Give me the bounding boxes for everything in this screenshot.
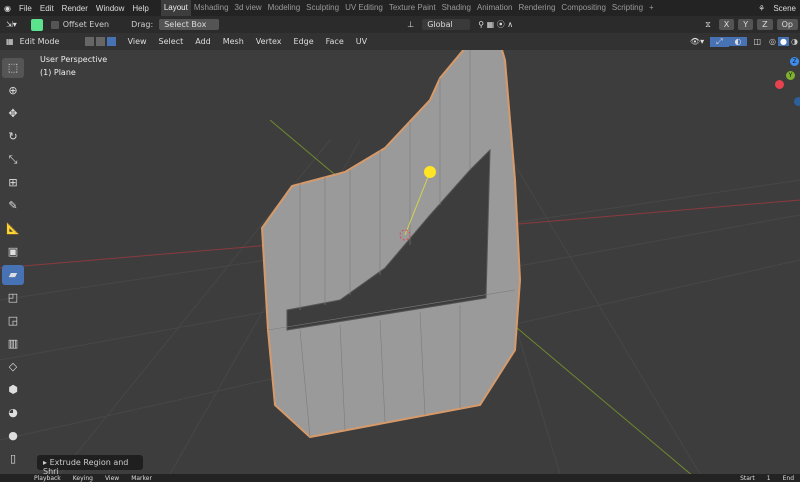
menu-add[interactable]: Add bbox=[189, 37, 217, 46]
tab-sculpting[interactable]: Sculpting bbox=[303, 0, 342, 16]
vertex-select-mode[interactable] bbox=[84, 37, 94, 46]
menu-edge[interactable]: Edge bbox=[288, 37, 320, 46]
timeline-menu-view[interactable]: View bbox=[99, 475, 125, 482]
menu-window[interactable]: Window bbox=[92, 4, 128, 13]
menu-view[interactable]: View bbox=[122, 37, 153, 46]
orientation-dropdown[interactable]: Global bbox=[422, 19, 471, 30]
gizmo-y-axis[interactable]: Y bbox=[786, 71, 795, 80]
view-perspective-label: User Perspective bbox=[40, 55, 108, 64]
tab-texture-paint[interactable]: Texture Paint bbox=[386, 0, 439, 16]
rotate-icon[interactable]: ↻ bbox=[2, 127, 24, 147]
tab-layout[interactable]: Layout bbox=[160, 0, 191, 16]
shading-material-icon[interactable]: ◑ bbox=[789, 37, 800, 46]
edge-select-mode[interactable] bbox=[95, 37, 105, 46]
menu-uv[interactable]: UV bbox=[350, 37, 373, 46]
measure-icon[interactable]: 📐 bbox=[2, 219, 24, 239]
cursor-icon[interactable]: ⊕ bbox=[2, 81, 24, 101]
gizmo-x-axis[interactable] bbox=[775, 80, 784, 89]
overlay-toggle-icon[interactable]: ◐ bbox=[728, 37, 748, 46]
viewport-canvas[interactable] bbox=[0, 50, 800, 474]
tool-shelf: ⬚ ⊕ ✥ ↻ ⤡ ⊞ ✎ 📐 ▣ ▰ ◰ ◲ ▥ ◇ ⬢ ◕ ● ▯ bbox=[2, 55, 28, 472]
tab-shading[interactable]: Shading bbox=[439, 0, 474, 16]
pivot-icon[interactable]: ⚲ ▦ ⦿ ∧ bbox=[472, 19, 519, 30]
spin-icon[interactable]: ◕ bbox=[2, 403, 24, 423]
transform-pivot-icon[interactable]: ⇲▾ bbox=[0, 20, 23, 29]
menu-file[interactable]: File bbox=[15, 4, 36, 13]
blender-logo-icon[interactable]: ◉ bbox=[0, 4, 15, 13]
inset-faces-icon[interactable]: ◰ bbox=[2, 288, 24, 308]
orientation-icon: ⊥ bbox=[407, 20, 415, 29]
add-workspace-button[interactable]: + bbox=[646, 0, 657, 16]
timeline-bar: Playback Keying View Marker Start 1 End bbox=[0, 474, 800, 482]
shading-wireframe-icon[interactable]: ◎ bbox=[767, 37, 778, 46]
start-frame-label: Start bbox=[740, 474, 755, 482]
editor-type-icon[interactable]: ▦ bbox=[0, 37, 20, 46]
poly-build-icon[interactable]: ⬢ bbox=[2, 380, 24, 400]
scene-icon[interactable]: ⚘ bbox=[754, 4, 769, 13]
tab-animation[interactable]: Animation bbox=[474, 0, 516, 16]
transform-icon[interactable]: ⊞ bbox=[2, 173, 24, 193]
add-cube-icon[interactable]: ▣ bbox=[2, 242, 24, 262]
mode-selector[interactable]: Edit Mode bbox=[20, 37, 84, 46]
gizmo-z-axis[interactable]: Z bbox=[790, 57, 799, 66]
workspace-tabs: Layout Mshading 3d view Modeling Sculpti… bbox=[160, 0, 754, 16]
scene-selector[interactable]: Scene bbox=[769, 4, 800, 13]
menu-vertex[interactable]: Vertex bbox=[250, 37, 288, 46]
mirror-z-toggle[interactable]: Z bbox=[757, 19, 773, 30]
drag-select-dropdown[interactable]: Select Box bbox=[159, 19, 220, 30]
tab-uv-editing[interactable]: UV Editing bbox=[342, 0, 386, 16]
menu-help[interactable]: Help bbox=[128, 4, 152, 13]
top-bar: ◉ File Edit Render Window Help Layout Ms… bbox=[0, 0, 800, 16]
mirror-icon[interactable]: ⧖ bbox=[699, 20, 717, 30]
mesh-plane bbox=[260, 50, 522, 439]
operator-panel[interactable]: ▸ Extrude Region and Shri bbox=[37, 455, 143, 476]
smooth-icon[interactable]: ● bbox=[2, 426, 24, 446]
tab-compositing[interactable]: Compositing bbox=[558, 0, 608, 16]
start-frame-field[interactable]: 1 bbox=[761, 475, 777, 482]
scale-icon[interactable]: ⤡ bbox=[2, 150, 24, 170]
xray-icon[interactable]: ◫ bbox=[747, 37, 767, 46]
shear-icon[interactable]: ▯ bbox=[2, 449, 24, 469]
timeline-menu-keying[interactable]: Keying bbox=[67, 475, 99, 482]
menu-select[interactable]: Select bbox=[153, 37, 190, 46]
tab-modeling[interactable]: Modeling bbox=[265, 0, 303, 16]
tab-rendering[interactable]: Rendering bbox=[516, 0, 559, 16]
offset-even-label: Offset Even bbox=[62, 20, 110, 29]
active-object-label: (1) Plane bbox=[40, 68, 76, 77]
extrude-region-icon[interactable]: ▰ bbox=[2, 265, 24, 285]
knife-icon[interactable]: ◇ bbox=[2, 357, 24, 377]
options-button[interactable]: Op bbox=[776, 19, 798, 30]
menu-mesh[interactable]: Mesh bbox=[217, 37, 250, 46]
menu-face[interactable]: Face bbox=[320, 37, 350, 46]
select-box-icon[interactable]: ⬚ bbox=[2, 58, 24, 78]
mirror-x-toggle[interactable]: X bbox=[718, 19, 735, 30]
visibility-icon[interactable]: 👁▾ bbox=[684, 37, 710, 46]
annotate-icon[interactable]: ✎ bbox=[2, 196, 24, 216]
bevel-icon[interactable]: ◲ bbox=[2, 311, 24, 331]
drag-label: Drag: bbox=[131, 20, 154, 29]
face-select-mode[interactable] bbox=[106, 37, 116, 46]
extrude-tool-icon bbox=[30, 18, 43, 31]
tool-settings-bar: ⇲▾ Offset Even Drag: Select Box ⊥ Global… bbox=[0, 16, 800, 33]
end-frame-label: End bbox=[782, 474, 794, 482]
menu-render[interactable]: Render bbox=[58, 4, 92, 13]
mirror-y-toggle[interactable]: Y bbox=[738, 19, 754, 30]
shading-solid-icon[interactable]: ● bbox=[778, 37, 790, 46]
menu-edit[interactable]: Edit bbox=[36, 4, 58, 13]
timeline-menu-playback[interactable]: Playback bbox=[28, 475, 67, 482]
tab-scripting[interactable]: Scripting bbox=[609, 0, 646, 16]
timeline-menu-marker[interactable]: Marker bbox=[125, 475, 158, 482]
tab-mshading[interactable]: Mshading bbox=[191, 0, 232, 16]
gizmo-neg-z-axis[interactable] bbox=[794, 97, 800, 106]
offset-even-checkbox[interactable] bbox=[50, 20, 59, 29]
gizmo-toggle-icon[interactable]: ⤢ bbox=[710, 36, 729, 47]
light-handle bbox=[424, 166, 436, 178]
tab-3d-view[interactable]: 3d view bbox=[232, 0, 265, 16]
viewport-header: ▦ Edit Mode View Select Add Mesh Vertex … bbox=[0, 33, 800, 50]
move-icon[interactable]: ✥ bbox=[2, 104, 24, 124]
loop-cut-icon[interactable]: ▥ bbox=[2, 334, 24, 354]
